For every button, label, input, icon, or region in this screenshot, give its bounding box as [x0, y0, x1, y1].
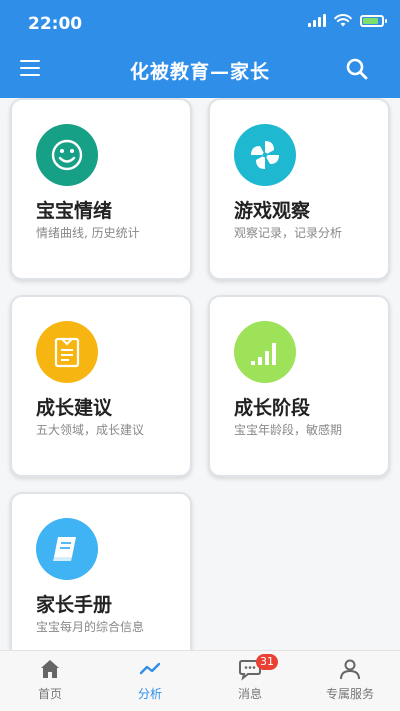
card-baby-emotion[interactable]: 宝宝情绪 情绪曲线, 历史统计 [10, 98, 192, 280]
card-subtitle: 宝宝年龄段，敏感期 [234, 423, 343, 437]
tab-exclusive-service[interactable]: 专属服务 [300, 651, 400, 711]
card-subtitle: 观察记录，记录分析 [234, 226, 343, 240]
card-title: 成长建议 [36, 397, 113, 419]
home-icon [41, 660, 59, 678]
status-icons [308, 14, 387, 27]
wifi-icon [334, 14, 352, 27]
user-icon [340, 659, 360, 680]
tab-label: 专属服务 [325, 687, 374, 701]
card-title: 家长手册 [36, 594, 113, 616]
card-growth-advice[interactable]: 成长建议 五大领域，成长建议 [10, 295, 192, 477]
smiley-icon [36, 124, 98, 186]
bottom-tab-bar: 首页 分析 31 消息 专属服务 [0, 650, 400, 711]
feature-grid: 宝宝情绪 情绪曲线, 历史统计 游戏观察 观察记录，记录分析 成长建议 五大领域… [0, 98, 400, 650]
card-title: 宝宝情绪 [36, 200, 113, 222]
card-title: 游戏观察 [234, 200, 311, 222]
unread-badge: 31 [256, 654, 278, 670]
tab-label: 消息 [237, 687, 262, 701]
card-subtitle: 情绪曲线, 历史统计 [36, 226, 140, 240]
card-game-observation[interactable]: 游戏观察 观察记录，记录分析 [208, 98, 390, 280]
card-subtitle: 五大领域，成长建议 [36, 423, 145, 437]
clipboard-icon [36, 321, 98, 383]
bar-growth-icon [234, 321, 296, 383]
tab-analysis[interactable]: 分析 [100, 651, 200, 711]
page-title: 化被教育—家长 [129, 61, 270, 83]
signal-icon [308, 14, 326, 27]
trend-icon [139, 662, 161, 675]
card-subtitle: 宝宝每月的综合信息 [36, 620, 145, 634]
search-icon[interactable] [346, 58, 368, 80]
battery-icon [360, 14, 387, 27]
status-time: 22:00 [28, 14, 83, 34]
card-title: 成长阶段 [234, 397, 311, 419]
app-header: 22:00 化被教育—家长 [0, 0, 400, 98]
tab-messages[interactable]: 31 消息 [200, 651, 300, 711]
card-growth-stage[interactable]: 成长阶段 宝宝年龄段，敏感期 [208, 295, 390, 477]
card-parent-handbook[interactable]: 家长手册 宝宝每月的综合信息 [10, 492, 192, 650]
tab-label: 分析 [137, 687, 162, 701]
book-icon [36, 518, 98, 580]
pinwheel-icon [234, 124, 296, 186]
tab-label: 首页 [37, 687, 62, 701]
tab-home[interactable]: 首页 [0, 651, 100, 711]
